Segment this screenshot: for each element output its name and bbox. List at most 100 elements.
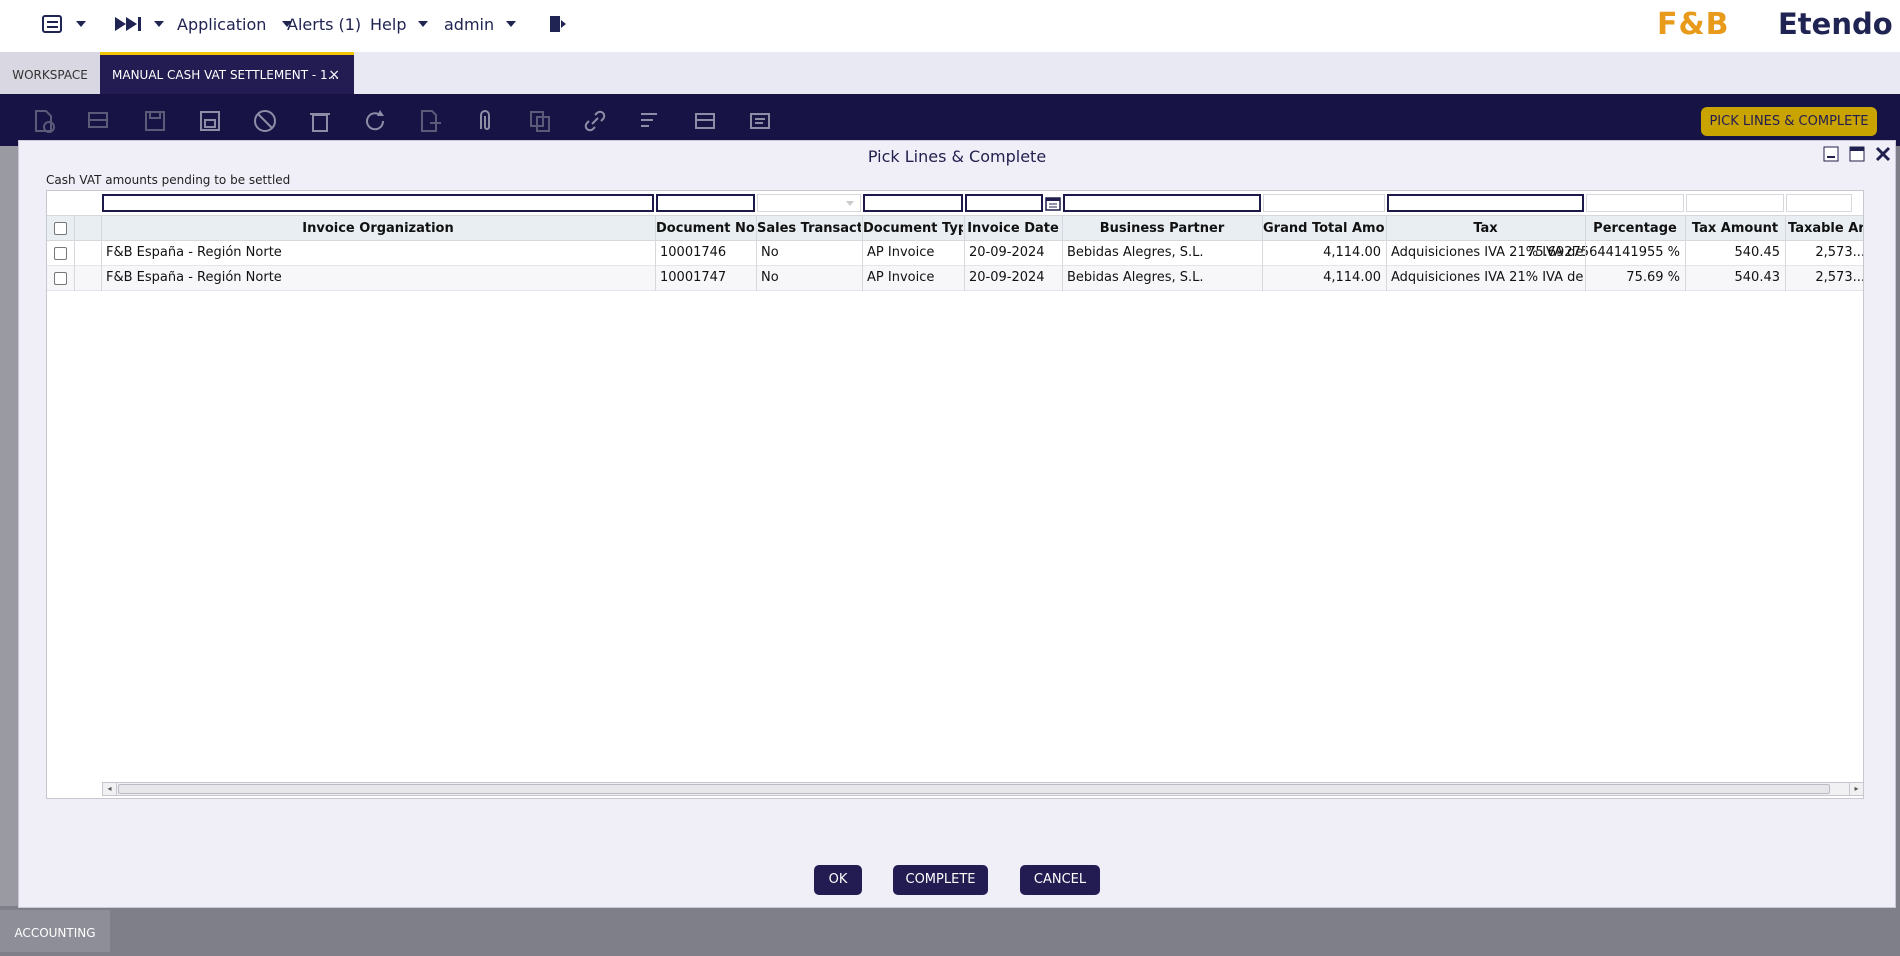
export-icon[interactable]	[417, 108, 443, 134]
table-row[interactable]: F&B España - Región Norte 10001747 No AP…	[47, 266, 1863, 291]
application-menu[interactable]: Application	[177, 0, 293, 48]
cell-percentage: 75.69 %	[1626, 270, 1680, 285]
cell-document-type: AP Invoice	[867, 245, 935, 260]
complete-button[interactable]: COMPLETE	[893, 865, 988, 895]
column-header[interactable]: Invoice Organization	[102, 221, 654, 236]
filter-document-type[interactable]	[863, 194, 963, 212]
scroll-left-arrow-icon[interactable]: ◂	[103, 783, 117, 795]
alerts-link[interactable]: Alerts (1)	[287, 0, 361, 48]
filter-invoice-date[interactable]	[965, 194, 1043, 212]
save-icon[interactable]	[142, 108, 168, 134]
new-row-icon[interactable]	[86, 108, 112, 134]
cell-sales-transaction: No	[761, 245, 779, 260]
list-menu-button[interactable]	[42, 0, 86, 48]
grid-header: Invoice Organization Document No. Sales …	[47, 215, 1863, 241]
cell-document-no: 10001747	[660, 270, 727, 285]
tab-accounting[interactable]: ACCOUNTING	[0, 910, 110, 952]
filter-business-partner[interactable]	[1063, 194, 1261, 212]
cell-invoice-date: 20-09-2024	[969, 245, 1045, 260]
logout-icon	[550, 16, 566, 32]
tab-workspace[interactable]: WORKSPACE	[0, 52, 100, 94]
column-divider	[1785, 215, 1786, 291]
scroll-right-arrow-icon[interactable]: ▸	[1849, 783, 1863, 795]
cell-tax: Adquisiciones IVA 21% IVA de C...	[1391, 270, 1584, 285]
cell-sales-transaction: No	[761, 270, 779, 285]
chevron-down-icon	[154, 21, 164, 27]
cell-grand-total-amount: 4,114.00	[1323, 270, 1381, 285]
select-all-checkbox[interactable]	[54, 222, 67, 235]
column-divider	[1062, 215, 1063, 291]
column-divider	[862, 215, 863, 291]
filter-percentage[interactable]	[1586, 194, 1684, 212]
minimize-icon[interactable]	[1823, 146, 1839, 162]
column-divider	[1685, 215, 1686, 291]
close-icon[interactable]	[1874, 145, 1892, 163]
column-header[interactable]: Percentage	[1586, 221, 1684, 236]
cell-document-no: 10001746	[660, 245, 727, 260]
column-divider	[1386, 215, 1387, 291]
filter-tax-amount[interactable]	[1686, 194, 1784, 212]
column-header[interactable]: Document No.	[656, 221, 755, 236]
maximize-icon[interactable]	[1849, 146, 1865, 162]
horizontal-scrollbar[interactable]: ◂ ▸	[102, 782, 1863, 796]
delete-icon[interactable]	[307, 108, 333, 134]
scrollbar-thumb[interactable]	[118, 784, 1830, 794]
filter-grand-total-amount[interactable]	[1263, 194, 1385, 212]
user-label: admin	[444, 14, 495, 34]
refresh-icon[interactable]	[362, 108, 388, 134]
grid-view-icon[interactable]	[692, 108, 718, 134]
calendar-icon[interactable]	[1045, 195, 1061, 211]
column-divider	[756, 215, 757, 291]
filter-taxable-amount[interactable]	[1786, 194, 1852, 212]
column-divider	[1585, 215, 1586, 291]
cell-grand-total-amount: 4,114.00	[1323, 245, 1381, 260]
notes-icon[interactable]	[747, 108, 773, 134]
help-menu[interactable]: Help	[370, 0, 429, 48]
user-menu[interactable]: admin	[444, 0, 517, 48]
fast-forward-button[interactable]	[114, 0, 164, 48]
column-header[interactable]: Business Partner	[1063, 221, 1261, 236]
filter-sales-transaction[interactable]	[757, 194, 861, 212]
cell-percentage: 75.69275644141955 %	[1527, 245, 1680, 260]
tab-manual-cash-vat-settlement[interactable]: MANUAL CASH VAT SETTLEMENT - 1... ×	[100, 52, 354, 94]
attachment-icon[interactable]	[472, 108, 498, 134]
table-row[interactable]: F&B España - Región Norte 10001746 No AP…	[47, 241, 1863, 266]
column-divider	[74, 215, 75, 291]
column-header[interactable]: Taxable Ar	[1786, 221, 1863, 236]
dialog-title: Pick Lines & Complete	[867, 147, 1047, 166]
cell-invoice-organization: F&B España - Región Norte	[106, 270, 282, 285]
cancel-button[interactable]: CANCEL	[1020, 865, 1100, 895]
cell-invoice-date: 20-09-2024	[969, 270, 1045, 285]
audit-icon[interactable]	[637, 108, 663, 134]
column-header[interactable]: Document Type	[863, 221, 963, 236]
filter-tax[interactable]	[1387, 194, 1584, 212]
row-checkbox[interactable]	[54, 272, 67, 285]
logout-button[interactable]	[548, 0, 568, 48]
ok-button[interactable]: OK	[814, 865, 862, 895]
cell-tax-amount: 540.43	[1734, 270, 1781, 285]
column-header[interactable]: Tax	[1387, 221, 1584, 236]
copy-icon[interactable]	[527, 108, 553, 134]
column-divider	[101, 215, 102, 291]
column-header[interactable]: Tax Amount	[1686, 221, 1784, 236]
save-close-icon[interactable]	[197, 108, 223, 134]
chevron-down-icon	[846, 201, 854, 206]
cell-document-type: AP Invoice	[867, 270, 935, 285]
link-icon[interactable]	[582, 108, 608, 134]
filter-document-no[interactable]	[656, 194, 755, 212]
new-document-icon[interactable]	[30, 108, 56, 134]
chevron-down-icon	[506, 21, 517, 27]
close-icon[interactable]: ×	[328, 55, 340, 95]
top-nav: Application Alerts (1) Help admin F&B Et…	[0, 0, 1900, 52]
column-header[interactable]: Grand Total Amount	[1263, 221, 1385, 236]
toolbar: PICK LINES & COMPLETE	[0, 94, 1900, 146]
row-checkbox[interactable]	[54, 247, 67, 260]
column-header[interactable]: Sales Transaction	[757, 221, 861, 236]
pick-lines-dialog: Pick Lines & Complete Cash VAT amounts p…	[18, 140, 1896, 908]
column-header[interactable]: Invoice Date	[965, 221, 1061, 236]
undo-icon[interactable]	[252, 108, 278, 134]
pick-lines-complete-button[interactable]: PICK LINES & COMPLETE	[1701, 107, 1877, 136]
cell-business-partner: Bebidas Alegres, S.L.	[1067, 270, 1204, 285]
cell-business-partner: Bebidas Alegres, S.L.	[1067, 245, 1204, 260]
filter-invoice-organization[interactable]	[102, 194, 654, 212]
